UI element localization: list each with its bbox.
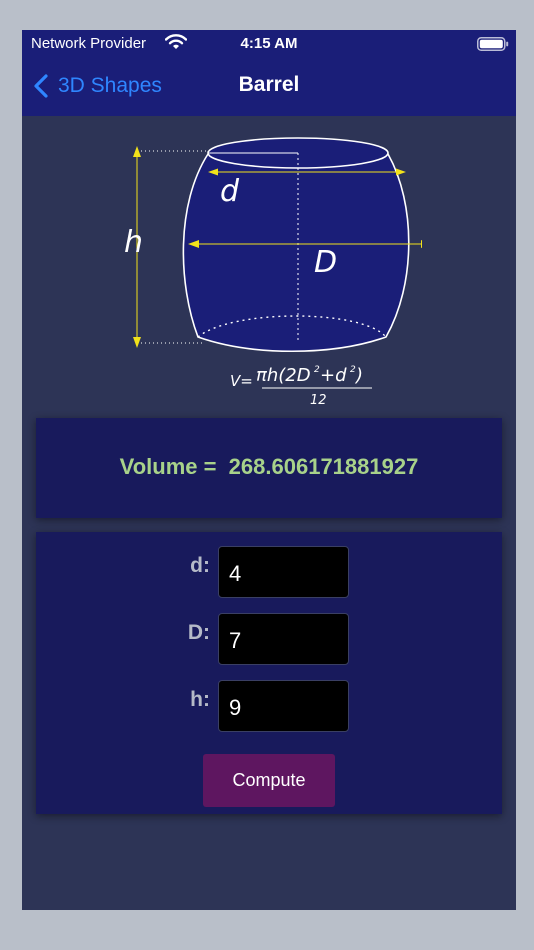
barrel-body bbox=[182, 153, 410, 353]
label-D: D bbox=[314, 245, 337, 280]
large-diameter-field[interactable]: 7 bbox=[218, 613, 349, 665]
input-label-h: h: bbox=[190, 688, 210, 711]
formula-close-paren: ) bbox=[354, 365, 363, 386]
height-arrow-top bbox=[133, 146, 141, 157]
small-diameter-field[interactable]: 4 bbox=[218, 546, 349, 598]
label-h: h bbox=[124, 225, 143, 260]
compute-button[interactable]: Compute bbox=[203, 754, 335, 807]
formula-lhs: V= bbox=[230, 372, 253, 390]
input-row-D: D: 7 bbox=[36, 613, 502, 665]
formula-numerator-plus: +d bbox=[320, 365, 347, 386]
top-diameter-arrow-right bbox=[396, 168, 406, 176]
volume-formula: V= πh(2D 2 +d 2 ) 12 bbox=[230, 365, 372, 408]
result-card: Volume = 268.606171881927 bbox=[36, 418, 502, 518]
formula-numerator-prefix: πh(2D bbox=[256, 365, 311, 386]
input-row-h: h: 9 bbox=[36, 680, 502, 732]
page-title: Barrel bbox=[238, 73, 300, 96]
nav-bar: 3D Shapes Barrel bbox=[22, 66, 516, 106]
input-card: d: 4 D: 7 h: 9 Compute bbox=[36, 532, 502, 814]
formula-denominator: 12 bbox=[310, 393, 327, 408]
input-label-d: d: bbox=[190, 554, 210, 577]
barrel-diagram: h d D V= πh(2D 2 +d 2 ) 12 bbox=[124, 137, 422, 408]
status-bar: Network Provider 4:15 AM bbox=[22, 30, 516, 58]
input-label-D: D: bbox=[187, 621, 210, 644]
middle-diameter-arrow-right bbox=[421, 240, 422, 248]
label-d: d bbox=[220, 174, 240, 209]
height-field[interactable]: 9 bbox=[218, 680, 349, 732]
height-arrow-bottom bbox=[133, 337, 141, 348]
battery-icon bbox=[477, 37, 509, 51]
app-screen: Network Provider 4:15 AM 3D Shapes Barre… bbox=[22, 30, 516, 910]
volume-result: Volume = 268.606171881927 bbox=[119, 454, 419, 479]
navigation-header: Network Provider 4:15 AM 3D Shapes Barre… bbox=[22, 30, 516, 116]
clock: 4:15 AM bbox=[240, 35, 298, 52]
input-row-d: d: 4 bbox=[36, 546, 502, 598]
